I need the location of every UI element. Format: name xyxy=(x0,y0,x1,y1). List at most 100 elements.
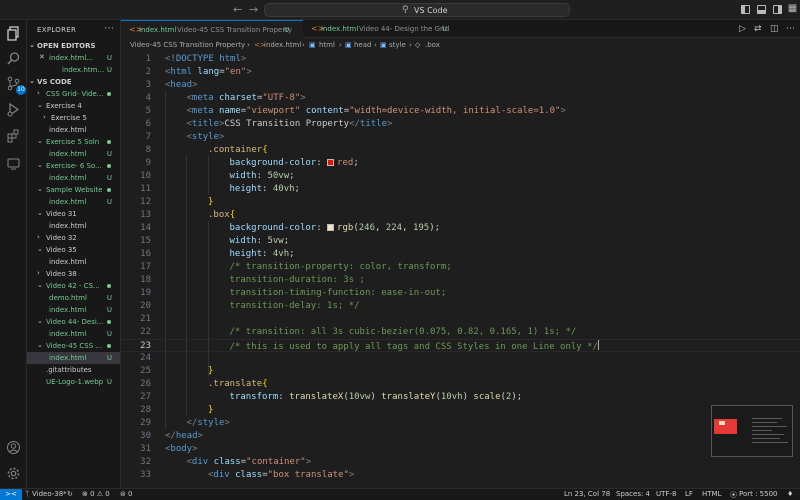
workspace-header[interactable]: ⌄ VS CODE xyxy=(27,76,120,88)
tree-file-active[interactable]: index.html U xyxy=(27,352,120,364)
tree-file[interactable]: .gitattributes xyxy=(27,364,120,376)
code-line[interactable]: 14 background-color: rgb(246, 224, 195); xyxy=(121,222,800,235)
tree-folder[interactable]: › Exercise 5 xyxy=(27,112,120,124)
breadcrumb-head[interactable]: head xyxy=(354,41,371,49)
breadcrumb-html[interactable]: html xyxy=(319,41,335,49)
code-line[interactable]: 5 <meta name="viewport" content="width=de… xyxy=(121,105,800,118)
remote-explorer-icon[interactable] xyxy=(4,154,23,173)
branch-status[interactable]: Video-38* xyxy=(32,490,67,498)
tree-folder[interactable]: › CSS Grid- Vide... xyxy=(27,88,120,100)
code-line[interactable]: 9 background-color: red; xyxy=(121,157,800,170)
code-line[interactable]: 3 <head> xyxy=(121,79,800,92)
code-line[interactable]: 24 xyxy=(121,352,800,365)
extensions-icon[interactable] xyxy=(4,126,23,145)
color-swatch[interactable] xyxy=(327,159,335,166)
live-server-port[interactable]: Port : 5500 xyxy=(739,490,778,498)
code-line[interactable]: 4 <meta charset="UTF-8"> xyxy=(121,92,800,105)
open-editors-header[interactable]: ⌄ OPEN EDITORS xyxy=(27,40,120,52)
accounts-icon[interactable] xyxy=(4,438,23,457)
toggle-primary-sidebar-icon[interactable] xyxy=(741,5,750,14)
tree-folder[interactable]: ⌄ Video 42 - CS... xyxy=(27,280,120,292)
tree-file[interactable]: index.html U xyxy=(27,304,120,316)
run-icon[interactable]: ▷ xyxy=(739,24,746,34)
more-actions-icon[interactable]: ⋯ xyxy=(786,24,795,34)
code-line[interactable]: 20 transition-delay: 1s; */ xyxy=(121,300,800,313)
code-line[interactable]: 8 .container{ xyxy=(121,144,800,157)
code-line[interactable]: 22 /* transition: all 3s cubic-bezier(0.0… xyxy=(121,326,800,339)
open-editor-item[interactable]: ✕ index.html... U xyxy=(27,52,120,64)
code-line[interactable]: 25} xyxy=(121,365,800,378)
indentation[interactable]: Spaces: 4 xyxy=(616,490,650,498)
compare-icon[interactable]: ⇄ xyxy=(754,24,762,34)
code-line[interactable]: 11 height: 40vh; xyxy=(121,183,800,196)
tree-file[interactable]: UE-Logo-1.webp U xyxy=(27,376,120,388)
tree-file[interactable]: demo.html U xyxy=(27,292,120,304)
toggle-secondary-sidebar-icon[interactable] xyxy=(773,5,782,14)
code-line[interactable]: 16 height: 4vh; xyxy=(121,248,800,261)
code-line[interactable]: 13 .box{ xyxy=(121,209,800,222)
customize-layout-icon[interactable]: ▦ xyxy=(787,3,798,14)
language-mode[interactable]: HTML xyxy=(702,490,721,498)
tree-folder[interactable]: ⌄ Video 44- Desi... xyxy=(27,316,120,328)
code-line[interactable]: 33 <div class="box translate"> xyxy=(121,469,800,482)
back-arrow-icon[interactable]: ← xyxy=(233,3,242,16)
tree-file[interactable]: index.html U xyxy=(27,328,120,340)
breadcrumb-style[interactable]: style xyxy=(389,41,406,49)
tree-folder[interactable]: ⌄ Exercise- 6 So... xyxy=(27,160,120,172)
tree-folder[interactable]: ⌄ Sample Website xyxy=(27,184,120,196)
open-editor-item[interactable]: index.html... U xyxy=(27,64,120,76)
code-line[interactable]: 18 transition-duration: 3s ; xyxy=(121,274,800,287)
tree-folder[interactable]: ⌄ Exercise 4 xyxy=(27,100,120,112)
code-line[interactable]: 32 <div class="container"> xyxy=(121,456,800,469)
tree-folder[interactable]: › Video 32 xyxy=(27,232,120,244)
breadcrumb-box[interactable]: .box xyxy=(425,41,440,49)
problems-status[interactable]: ⊗ 0 ⚠ 0 xyxy=(82,490,110,498)
run-debug-icon[interactable] xyxy=(4,100,23,119)
code-line[interactable]: 12} xyxy=(121,196,800,209)
line-ending[interactable]: LF xyxy=(685,490,693,498)
settings-gear-icon[interactable] xyxy=(4,464,23,483)
code-editor[interactable]: 1 <!DOCTYPE html> 2 <html lang="en"> 3 <head>… xyxy=(121,52,800,488)
explorer-icon[interactable] xyxy=(4,24,23,43)
split-editor-icon[interactable]: ◫ xyxy=(770,24,779,34)
tree-file[interactable]: index.html U xyxy=(27,196,120,208)
code-line[interactable]: 6 <title>CSS Transition Property</title> xyxy=(121,118,800,131)
tab-index-video44[interactable]: <> index.html Video 44- Design the Grid … xyxy=(303,20,453,38)
tree-folder[interactable]: ⌄ Exercise 5 Soln xyxy=(27,136,120,148)
color-swatch[interactable] xyxy=(327,224,335,231)
toggle-panel-icon[interactable] xyxy=(757,5,766,14)
forward-arrow-icon[interactable]: → xyxy=(249,3,258,16)
code-line[interactable]: 15 width: 5vw; xyxy=(121,235,800,248)
code-line[interactable]: 2 <html lang="en"> xyxy=(121,66,800,79)
more-actions-icon[interactable]: ⋯ xyxy=(104,23,114,34)
tab-index-video45[interactable]: <> index.html Video-45 CSS Transition Pr… xyxy=(121,20,303,38)
code-line[interactable]: 10 width: 50vw; xyxy=(121,170,800,183)
code-line[interactable]: 23/* this is used to apply all tags and … xyxy=(121,339,800,352)
close-icon[interactable]: ✕ xyxy=(39,53,45,61)
code-line[interactable]: 28} xyxy=(121,404,800,417)
tree-folder[interactable]: › Video 38 xyxy=(27,268,120,280)
search-icon[interactable] xyxy=(4,49,23,68)
tree-file[interactable]: index.html xyxy=(27,256,120,268)
command-center[interactable]: ⚲ VS Code xyxy=(264,3,570,17)
code-line[interactable]: 30 </head> xyxy=(121,430,800,443)
code-line[interactable]: 19 transition-timing-function: ease-in-ou… xyxy=(121,287,800,300)
tree-file[interactable]: index.html xyxy=(27,124,120,136)
code-line[interactable]: 31 <body> xyxy=(121,443,800,456)
remote-indicator[interactable]: >< xyxy=(0,489,22,500)
code-line[interactable]: 27 transform: translateX(10vw) translateY… xyxy=(121,391,800,404)
breadcrumb-file[interactable]: index.html xyxy=(264,41,301,49)
code-line[interactable]: 7 <style> xyxy=(121,131,800,144)
tree-folder[interactable]: ⌄ Video 35 xyxy=(27,244,120,256)
code-line[interactable]: 17 /* transition-property: color, transfo… xyxy=(121,261,800,274)
tree-file[interactable]: index.html U xyxy=(27,148,120,160)
cursor-position[interactable]: Ln 23, Col 78 xyxy=(564,490,610,498)
tree-folder[interactable]: ⌄ Video 31 xyxy=(27,208,120,220)
tree-file[interactable]: index.html U xyxy=(27,172,120,184)
encoding[interactable]: UTF-8 xyxy=(656,490,676,498)
code-line[interactable]: 26 .translate{ xyxy=(121,378,800,391)
code-line[interactable]: 1 <!DOCTYPE html> xyxy=(121,53,800,66)
ports-count[interactable]: 0 xyxy=(128,490,132,498)
tree-file[interactable]: index.html xyxy=(27,220,120,232)
notifications-bell-icon[interactable]: ♦ xyxy=(787,490,793,498)
